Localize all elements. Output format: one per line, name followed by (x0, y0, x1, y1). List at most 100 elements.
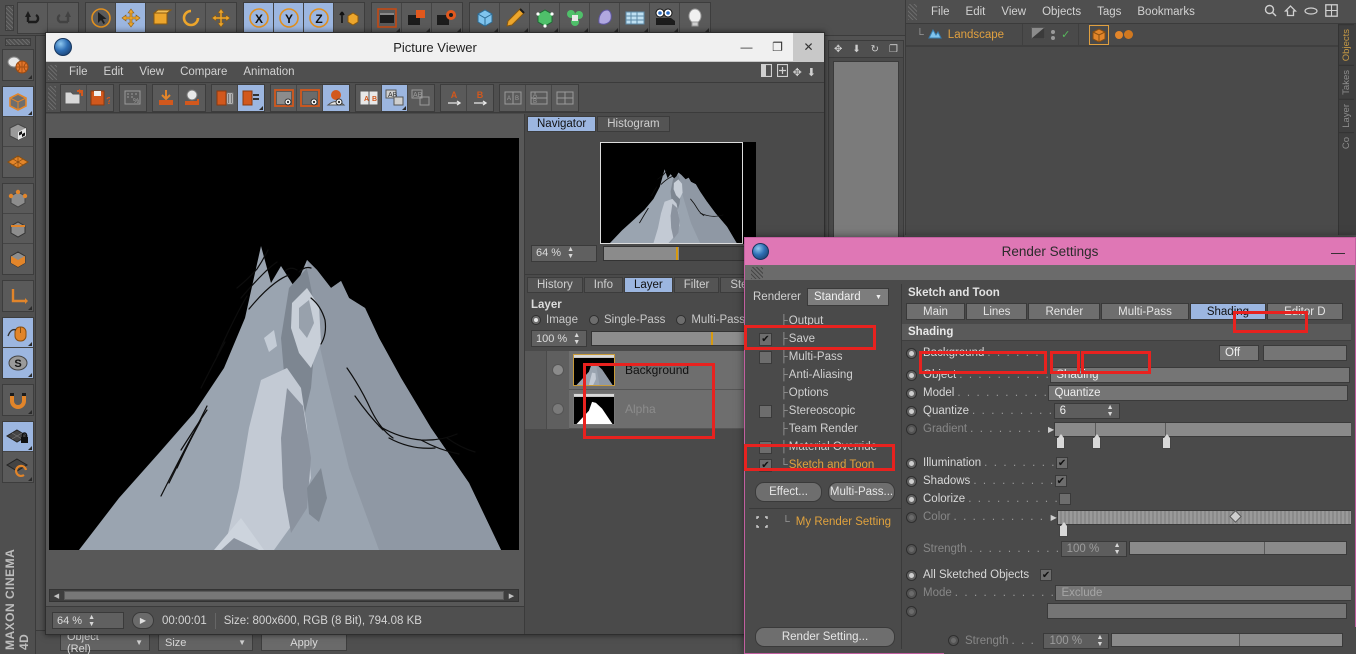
points-mode-icon[interactable] (2, 184, 33, 214)
scale-tool-icon[interactable] (146, 2, 176, 33)
redo-icon[interactable] (48, 2, 78, 33)
prop-radio-quantize[interactable] (906, 405, 917, 417)
strength-field[interactable]: 100 % ▲ ▼ (1060, 541, 1127, 557)
render-visibility-icon[interactable] (1031, 27, 1046, 42)
color-band[interactable] (1056, 509, 1351, 525)
om-menu-bookmarks[interactable]: Bookmarks (1129, 6, 1203, 18)
tab-lines[interactable]: Lines (965, 303, 1028, 320)
cube-primitive-icon[interactable] (470, 2, 500, 33)
texture-mode-icon[interactable] (2, 117, 33, 147)
compare-split-icon[interactable]: AB (382, 84, 408, 111)
prop-row-model[interactable]: Model . . . . . . . . . . Quantize (902, 384, 1351, 402)
polygons-mode-icon[interactable] (3, 244, 33, 274)
tree-row-options[interactable]: ✔ ├ Options (749, 384, 901, 402)
move-panel-icon[interactable]: ✥ (793, 66, 802, 79)
view-a-icon[interactable] (271, 84, 297, 111)
vtab-co[interactable]: Co (1339, 131, 1354, 153)
prop-radio-model[interactable] (906, 387, 917, 399)
pv-toolbar-grip[interactable] (48, 85, 56, 110)
layer-visibility-toggle[interactable] (547, 350, 569, 390)
om-menu-edit[interactable]: Edit (958, 6, 994, 18)
footer-strength-slider[interactable] (1111, 632, 1344, 647)
store-alpha-icon[interactable] (179, 84, 205, 111)
footer-strength-radio[interactable] (948, 635, 959, 646)
prop-radio-colorize[interactable] (906, 493, 917, 505)
prop-radio-strength[interactable] (906, 543, 917, 555)
select-cursor-icon[interactable] (86, 2, 116, 33)
prop-row-illumination[interactable]: Illumination . . . . . . . . ✔ (902, 454, 1351, 472)
material-tags[interactable] (1115, 30, 1134, 39)
quantize-stepper-icon[interactable]: ▲ ▼ (1107, 404, 1114, 418)
tab-filter[interactable]: Filter (673, 277, 720, 293)
prop-radio-mode[interactable] (906, 587, 917, 599)
om-menu-objects[interactable]: Objects (1034, 6, 1089, 18)
pv-menu-edit[interactable]: Edit (96, 66, 132, 78)
prop-row-object[interactable]: Object . . . . . . . . . . Shading (902, 366, 1351, 384)
radio-image[interactable] (531, 315, 541, 325)
tree-row-multipass[interactable]: ✔ ├ Multi-Pass (749, 348, 901, 366)
tab-navigator[interactable]: Navigator (527, 116, 597, 132)
pv-menubar-grip[interactable] (48, 64, 57, 80)
layout-stacked-icon[interactable]: AB (526, 84, 552, 111)
camera-icon[interactable] (650, 2, 680, 33)
footer-strength-field[interactable]: 100 % ▲ ▼ (1043, 632, 1110, 649)
delete-image-icon[interactable] (212, 84, 238, 111)
footer-strength-row[interactable]: Strength . . . 100 % ▲ ▼ (944, 627, 1356, 654)
move-tool-icon[interactable] (116, 2, 146, 33)
prop-row-quantize[interactable]: Quantize . . . . . . . . . 6 ▲ ▼ (902, 402, 1351, 420)
render-region-icon[interactable] (402, 2, 432, 33)
tree-check-save[interactable]: ✔ (759, 332, 772, 346)
tree-row-save[interactable]: ✔ ├ Save (749, 330, 901, 348)
color-knob-1[interactable] (1058, 521, 1068, 537)
tree-row-materialoverride[interactable]: ✔ ├ Material Override (749, 438, 901, 456)
renderer-dropdown[interactable]: Standard ▼ (806, 288, 889, 306)
scene-environment-icon[interactable] (620, 2, 650, 33)
tab-history[interactable]: History (527, 277, 583, 293)
prop-row-shadows[interactable]: Shadows . . . . . . . . . ✔ (902, 472, 1351, 490)
deformer-icon[interactable] (560, 2, 590, 33)
gradient-knob-1[interactable] (1056, 433, 1066, 449)
undo-icon[interactable] (18, 2, 48, 33)
vtab-layer[interactable]: Layer (1339, 99, 1354, 132)
scroll-thumb[interactable] (64, 591, 504, 600)
colorize-checkbox[interactable]: ✔ (1059, 493, 1072, 505)
view-compare-icon[interactable] (323, 84, 349, 111)
navigator-zoom-stepper-icon[interactable]: ▲ ▼ (567, 246, 574, 260)
tab-shading[interactable]: Shading (1189, 303, 1267, 320)
prop-row-color[interactable]: Color . . . . . . . . . . ▶ (902, 508, 1351, 537)
tab-render[interactable]: Render (1028, 303, 1101, 320)
prop-row-background[interactable]: Background . . . . . . . Off (902, 344, 1351, 362)
world-object-coords-icon[interactable] (334, 2, 364, 33)
rotate-tool-icon[interactable] (176, 2, 206, 33)
render-settings-grip[interactable] (751, 266, 763, 279)
prop-radio-object[interactable] (906, 369, 917, 381)
move-tool-alt-icon[interactable] (206, 2, 236, 33)
prop-radio-gradient[interactable] (906, 423, 917, 435)
add-panel-icon[interactable] (776, 63, 788, 80)
my-render-set-row[interactable]: └ My Render Setting (749, 508, 901, 528)
prop-radio-color[interactable] (906, 511, 917, 523)
tree-check-sketchandtoon[interactable]: ✔ (759, 458, 772, 472)
prop-row-gradient[interactable]: Gradient . . . . . . . . ▶ (902, 420, 1351, 449)
image-list-icon[interactable] (238, 84, 264, 111)
prop-row-mode[interactable]: Mode . . . . . . . . . . . Exclude (902, 584, 1351, 602)
gradient-knob-3[interactable] (1162, 433, 1172, 449)
open-image-icon[interactable] (61, 84, 87, 111)
navigator-zoom-field[interactable]: 64 % ▲ ▼ (531, 244, 597, 262)
scroll-right-icon[interactable]: ▶ (505, 592, 518, 600)
om-menu-file[interactable]: File (923, 6, 958, 18)
gradient-knob-2[interactable] (1092, 433, 1102, 449)
prop-radio-objects-partial[interactable] (906, 605, 917, 617)
compare-ab-icon[interactable]: AB (356, 84, 382, 111)
tab-info[interactable]: Info (583, 277, 623, 293)
nurbs-generator-icon[interactable] (530, 2, 560, 33)
refresh-icon[interactable]: ↻ (871, 44, 879, 55)
coord-size-dropdown[interactable]: Size ▼ (158, 634, 253, 651)
footer-strength-stepper-icon[interactable]: ▲ ▼ (1097, 634, 1104, 648)
layout-grid-icon[interactable] (552, 84, 578, 111)
workplane-icon[interactable] (3, 147, 33, 177)
tree-check-multipass[interactable]: ✔ (759, 350, 772, 364)
render-settings-icon[interactable] (432, 2, 462, 33)
set-a-icon[interactable]: A (441, 84, 467, 111)
object-mode-icon[interactable] (2, 87, 33, 117)
